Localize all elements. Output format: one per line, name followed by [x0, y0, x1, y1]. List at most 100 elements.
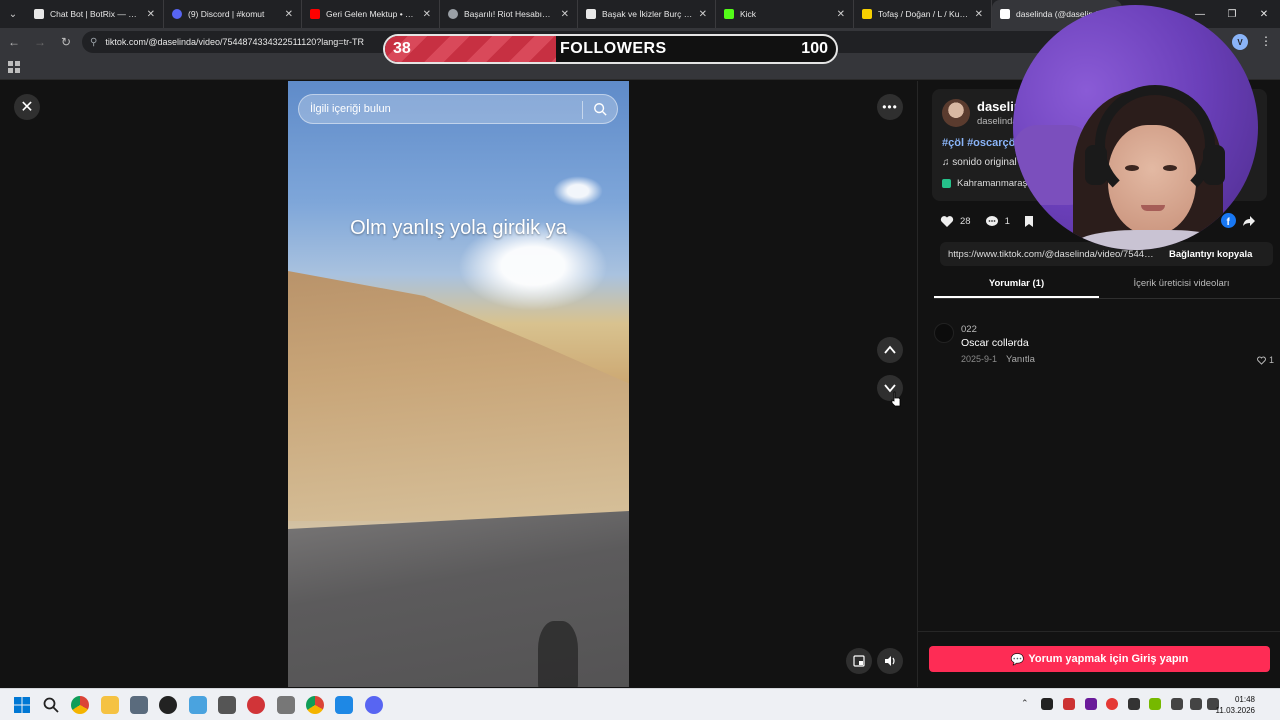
comment-like-count: 1: [1268, 355, 1274, 365]
tray-app-icon[interactable]: [1085, 698, 1097, 710]
network-icon[interactable]: [1190, 698, 1202, 710]
search-icon[interactable]: [42, 696, 60, 714]
forward-icon[interactable]: →: [28, 30, 52, 54]
address-url: tiktok.com/@daselinda/video/754487433432…: [105, 37, 365, 47]
calculator-icon[interactable]: [218, 696, 236, 714]
taskbar-clock[interactable]: 01:48 11.03.2026: [1216, 694, 1255, 716]
clock-date: 11.03.2026: [1215, 706, 1255, 715]
headset-earcup: [1085, 145, 1107, 185]
webcam-mouth: [1141, 205, 1165, 211]
volume-icon[interactable]: [877, 648, 903, 674]
app-icon[interactable]: [247, 696, 265, 714]
tab-close-icon[interactable]: ✕: [837, 9, 845, 20]
more-icon[interactable]: •••: [877, 94, 903, 120]
discord-icon[interactable]: [365, 696, 383, 714]
tab-favicon-icon: [34, 9, 44, 19]
tab-close-icon[interactable]: ✕: [699, 9, 707, 20]
headset-earcup: [1203, 145, 1225, 185]
avatar[interactable]: [942, 99, 970, 127]
photos-icon[interactable]: [189, 696, 207, 714]
tab-creator-videos[interactable]: İçerik üreticisi videoları: [1099, 277, 1264, 298]
microphone-icon[interactable]: [1171, 698, 1183, 710]
tray-chevron-up-icon[interactable]: ⌃: [1021, 698, 1033, 710]
chrome-icon[interactable]: [71, 696, 89, 714]
search-icon[interactable]: [593, 102, 607, 116]
site-favicon-icon: [586, 9, 596, 19]
video-hill: [288, 271, 629, 521]
video-player[interactable]: Olm yanlış yola girdik ya İlgili içeriği…: [288, 81, 629, 687]
browser-tab[interactable]: Chat Bot | BotRix — Clou ✕: [26, 0, 164, 28]
tab-search-chevron-down-icon[interactable]: ⌄: [0, 0, 26, 28]
chrome-active-icon[interactable]: [306, 696, 324, 714]
clock-time: 01:48: [1234, 695, 1255, 704]
tab-label: (9) Discord | #komut: [188, 9, 265, 19]
heart-outline-icon: [1257, 356, 1266, 365]
chevron-up-icon[interactable]: [877, 337, 903, 363]
comment-item: 022 Oscar collərda 2025-9-1 Yanıtla 1: [934, 323, 1274, 373]
nvidia-icon[interactable]: [1149, 698, 1161, 710]
profile-avatar[interactable]: V: [1232, 34, 1248, 50]
creator-username[interactable]: daselinda: [977, 116, 1018, 127]
tray-app-icon[interactable]: [1106, 698, 1118, 710]
tab-close-icon[interactable]: ✕: [561, 9, 569, 20]
browser-tab[interactable]: Kick ✕: [716, 0, 854, 28]
apps-icon[interactable]: [8, 61, 20, 73]
video-link-url[interactable]: https://www.tiktok.com/@daselinda/video/…: [948, 249, 1156, 260]
follower-goal-overlay: 38 FOLLOWERS 100: [383, 34, 838, 64]
share-icon[interactable]: [1242, 214, 1256, 228]
tab-close-icon[interactable]: ✕: [285, 9, 293, 20]
browser-tab[interactable]: Başak ve İkizler Burç Uyum ✕: [578, 0, 716, 28]
youtube-favicon-icon: [310, 9, 320, 19]
comment-username[interactable]: 022: [961, 324, 977, 335]
bookmark-button[interactable]: [1024, 215, 1040, 228]
action-row: 28 1: [940, 211, 1054, 231]
search-input[interactable]: İlgili içeriği bulun: [298, 94, 618, 124]
back-icon[interactable]: ←: [2, 30, 26, 54]
browser-tab[interactable]: (9) Discord | #komut ✕: [164, 0, 302, 28]
screen: { "browser": { "tabs": [ {"label": "Chat…: [0, 0, 1280, 720]
webcam-shirt: [1073, 230, 1233, 250]
comment-count: 1: [1004, 215, 1010, 227]
tab-comments[interactable]: Yorumlar (1): [934, 277, 1099, 298]
browser-tab[interactable]: Tofaş / Doğan / L / Kusur ✕: [854, 0, 992, 28]
tab-close-icon[interactable]: ✕: [975, 9, 983, 20]
like-button[interactable]: 28: [940, 215, 971, 228]
pip-icon[interactable]: [846, 648, 872, 674]
follower-current: 38: [393, 40, 411, 57]
search-placeholder: İlgili içeriği bulun: [310, 103, 391, 115]
obs-icon[interactable]: [159, 696, 177, 714]
hashtags[interactable]: #çöl #oscarçöl: [942, 137, 1018, 149]
browser-menu-icon[interactable]: ⋮: [1260, 34, 1272, 48]
sound-row[interactable]: ♫ sonido original: [942, 157, 1017, 168]
comment-like-button[interactable]: 1: [1257, 355, 1274, 365]
comment-button[interactable]: 1: [985, 215, 1010, 228]
tray-app-icon[interactable]: [1063, 698, 1075, 710]
video-cloud: [553, 176, 603, 206]
app-icon[interactable]: [277, 696, 295, 714]
facebook-icon[interactable]: f: [1221, 213, 1236, 228]
comment-icon: [985, 215, 998, 226]
tab-close-icon[interactable]: ✕: [423, 9, 431, 20]
app-icon[interactable]: [335, 696, 353, 714]
comment-avatar[interactable]: [934, 323, 954, 343]
close-icon[interactable]: ✕: [14, 94, 40, 120]
camera-app-icon[interactable]: [130, 696, 148, 714]
windows-start-icon[interactable]: [13, 696, 31, 714]
tray-app-icon[interactable]: [1041, 698, 1053, 710]
login-to-comment-button[interactable]: 💬 Yorum yapmak için Giriş yapın: [929, 646, 1270, 672]
tab-label: Tofaş / Doğan / L / Kusur: [878, 9, 969, 19]
reply-button[interactable]: Yanıtla: [1006, 354, 1035, 365]
webcam-overlay: [1013, 5, 1258, 250]
browser-tab[interactable]: Geri Gelen Mektup • Gün ✕: [302, 0, 440, 28]
folder-icon[interactable]: [101, 696, 119, 714]
site-info-icon[interactable]: ⚲: [90, 37, 97, 48]
window-close-icon[interactable]: ✕: [1248, 0, 1280, 28]
tray-app-icon[interactable]: [1128, 698, 1140, 710]
music-note-icon: ♫: [942, 157, 953, 168]
copy-link-button[interactable]: Bağlantıyı kopyala: [1169, 249, 1252, 260]
reload-icon[interactable]: ↻: [54, 30, 78, 54]
tab-close-icon[interactable]: ✕: [147, 9, 155, 20]
maximize-icon[interactable]: ❐: [1216, 0, 1248, 28]
browser-tab[interactable]: Başarılı! Riot Hesabın Artık ✕: [440, 0, 578, 28]
like-count: 28: [960, 215, 971, 227]
